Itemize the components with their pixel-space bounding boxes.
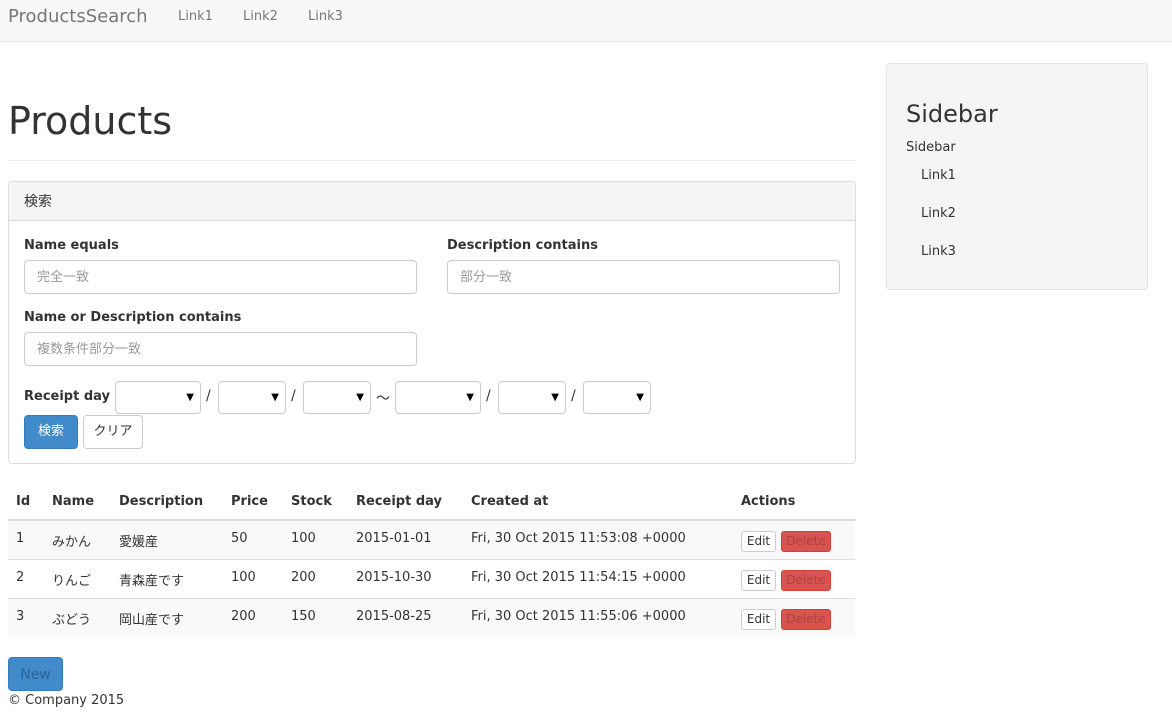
sidebar-link-2[interactable]: Link2 — [921, 206, 956, 221]
description-contains-label: Description contains — [447, 238, 598, 253]
delete-button[interactable]: Delete — [781, 570, 831, 591]
caret-down-icon: ▼ — [636, 392, 644, 403]
receipt-day-to-year-select[interactable]: ▼ — [395, 381, 481, 414]
cell-receipt-day: 2015-01-01 — [356, 531, 432, 546]
sidebar: Sidebar Sidebar Link1 Link2 Link3 — [886, 63, 1148, 290]
cell-receipt-day: 2015-10-30 — [356, 570, 432, 585]
navbar-brand[interactable]: ProductsSearch — [8, 6, 148, 27]
caret-down-icon: ▼ — [186, 392, 194, 403]
date-separator: / — [206, 388, 211, 404]
name-equals-input[interactable] — [24, 260, 417, 294]
name-or-description-input[interactable] — [24, 332, 417, 366]
column-header-stock: Stock — [291, 494, 332, 509]
cell-name: りんご — [52, 574, 92, 589]
receipt-day-from-month-select[interactable]: ▼ — [218, 381, 286, 414]
receipt-day-label: Receipt day — [24, 389, 111, 404]
nav-link-2[interactable]: Link2 — [243, 9, 278, 24]
column-header-description: Description — [119, 494, 204, 509]
cell-receipt-day: 2015-08-25 — [356, 609, 432, 624]
title-divider — [8, 160, 856, 161]
name-or-description-label: Name or Description contains — [24, 310, 242, 325]
caret-down-icon: ▼ — [466, 392, 474, 403]
search-panel-heading: 検索 — [9, 182, 855, 221]
cell-name: みかん — [52, 535, 92, 550]
column-header-price: Price — [231, 494, 268, 509]
column-header-id: Id — [16, 494, 31, 509]
edit-button[interactable]: Edit — [741, 609, 776, 630]
footer-copyright: © Company 2015 — [8, 693, 125, 708]
cell-name: ぶどう — [52, 613, 92, 628]
receipt-day-from-day-select[interactable]: ▼ — [303, 381, 371, 414]
date-separator: / — [291, 388, 296, 404]
cell-created-at: Fri, 30 Oct 2015 11:55:06 +0000 — [471, 609, 686, 624]
edit-button[interactable]: Edit — [741, 570, 776, 591]
page-title: Products — [8, 99, 173, 143]
edit-button[interactable]: Edit — [741, 531, 776, 552]
sidebar-link-3[interactable]: Link3 — [921, 244, 956, 259]
cell-price: 100 — [231, 570, 256, 585]
cell-created-at: Fri, 30 Oct 2015 11:53:08 +0000 — [471, 531, 686, 546]
column-header-receipt-day: Receipt day — [356, 494, 443, 509]
column-header-actions: Actions — [741, 494, 796, 509]
cell-stock: 150 — [291, 609, 316, 624]
cell-id: 1 — [16, 531, 25, 546]
cell-price: 200 — [231, 609, 256, 624]
receipt-day-to-month-select[interactable]: ▼ — [498, 381, 566, 414]
nav-link-1[interactable]: Link1 — [178, 9, 213, 24]
name-equals-label: Name equals — [24, 238, 119, 253]
table-row: 3 ぶどう 岡山産です 200 150 2015-08-25 Fri, 30 O… — [8, 598, 855, 637]
search-panel: 検索 Name equals Description contains Name… — [8, 181, 856, 464]
table-row: 2 りんご 青森産です 100 200 2015-10-30 Fri, 30 O… — [8, 559, 855, 598]
cell-stock: 100 — [291, 531, 316, 546]
cell-id: 3 — [16, 609, 25, 624]
nav-link-3[interactable]: Link3 — [308, 9, 343, 24]
cell-price: 50 — [231, 531, 248, 546]
sidebar-link-1[interactable]: Link1 — [921, 168, 956, 183]
search-button[interactable]: 検索 — [24, 415, 78, 449]
delete-button[interactable]: Delete — [781, 609, 831, 630]
cell-description: 岡山産です — [119, 613, 185, 628]
range-separator: 〜 — [376, 391, 390, 407]
description-contains-input[interactable] — [447, 260, 840, 294]
navbar: ProductsSearch Link1 Link2 Link3 — [0, 0, 1172, 42]
receipt-day-to-day-select[interactable]: ▼ — [583, 381, 651, 414]
cell-id: 2 — [16, 570, 25, 585]
receipt-day-from-year-select[interactable]: ▼ — [115, 381, 201, 414]
sidebar-subtitle: Sidebar — [906, 140, 956, 155]
column-header-name: Name — [52, 494, 95, 509]
delete-button[interactable]: Delete — [781, 531, 831, 552]
date-separator: / — [571, 388, 576, 404]
caret-down-icon: ▼ — [356, 392, 364, 403]
caret-down-icon: ▼ — [271, 392, 279, 403]
cell-stock: 200 — [291, 570, 316, 585]
sidebar-title: Sidebar — [906, 100, 998, 128]
date-separator: / — [486, 388, 491, 404]
column-header-created-at: Created at — [471, 494, 549, 509]
clear-button[interactable]: クリア — [83, 415, 143, 449]
cell-description: 青森産です — [119, 574, 185, 589]
table-row: 1 みかん 愛媛産 50 100 2015-01-01 Fri, 30 Oct … — [8, 520, 855, 559]
caret-down-icon: ▼ — [551, 392, 559, 403]
new-product-button[interactable]: New — [8, 657, 63, 691]
cell-description: 愛媛産 — [119, 535, 159, 550]
cell-created-at: Fri, 30 Oct 2015 11:54:15 +0000 — [471, 570, 686, 585]
